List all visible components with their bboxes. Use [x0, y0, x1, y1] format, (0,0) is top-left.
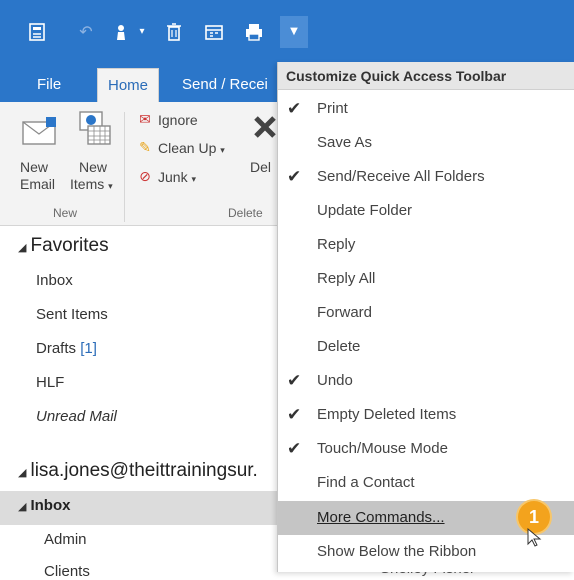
send-receive-icon[interactable]: [27, 22, 47, 42]
group-label-delete: Delete: [228, 206, 263, 220]
folder-inbox[interactable]: Inbox: [36, 272, 73, 289]
empty-deleted-icon[interactable]: [164, 22, 184, 42]
menu-item-save-as[interactable]: Save As: [278, 126, 574, 160]
undo-icon[interactable]: ↶: [76, 22, 96, 42]
menu-item-empty-deleted[interactable]: ✔ Empty Deleted Items: [278, 398, 574, 432]
folder-admin[interactable]: Admin: [44, 531, 87, 548]
quick-access-toolbar: ↶ ▾ ▼: [0, 0, 574, 62]
check-icon: ✔: [287, 439, 302, 459]
check-icon: ✔: [287, 99, 302, 119]
expand-triangle-icon[interactable]: ◢: [18, 466, 26, 479]
new-email-label-1: New: [20, 159, 49, 175]
folder-inbox-account[interactable]: ◢ Inbox: [18, 497, 70, 514]
tab-send-receive[interactable]: Send / Recei: [172, 68, 278, 102]
menu-item-reply[interactable]: Reply: [278, 228, 574, 262]
junk-button[interactable]: Junk ▾: [158, 169, 196, 188]
tab-home[interactable]: Home: [97, 68, 160, 102]
folder-unread-mail[interactable]: Unread Mail: [36, 408, 117, 425]
delete-button-label[interactable]: Del: [250, 159, 271, 176]
junk-icon: ⊘: [139, 169, 151, 185]
group-label-new: New: [53, 206, 78, 220]
clean-up-icon: ✎: [139, 140, 151, 156]
new-items-label-2: Items ▾: [70, 176, 113, 192]
print-icon[interactable]: [244, 22, 264, 42]
ignore-icon: ✉: [139, 112, 151, 128]
check-icon: ✔: [287, 371, 302, 391]
menu-item-find-contact[interactable]: Find a Contact: [278, 466, 574, 500]
menu-item-reply-all[interactable]: Reply All: [278, 262, 574, 296]
mouse-cursor-icon: [527, 527, 543, 553]
chevron-down-icon[interactable]: ▾: [132, 22, 152, 42]
ribbon-separator: [124, 112, 125, 222]
menu-header: Customize Quick Access Toolbar: [278, 62, 574, 90]
ignore-button[interactable]: Ignore: [158, 112, 198, 129]
new-email-icon[interactable]: [22, 116, 56, 151]
favorites-header[interactable]: ◢ Favorites: [18, 235, 109, 257]
customize-qat-menu: Customize Quick Access Toolbar ✔ Print Sa…: [277, 62, 574, 572]
menu-item-print[interactable]: ✔ Print: [278, 92, 574, 126]
unread-count: [1]: [80, 340, 97, 357]
new-items-icon[interactable]: [78, 110, 112, 151]
touch-mouse-icon[interactable]: [112, 22, 132, 42]
menu-item-delete[interactable]: Delete: [278, 330, 574, 364]
check-icon: ✔: [287, 405, 302, 425]
calendar-icon[interactable]: [204, 22, 224, 42]
new-email-label-2: Email: [20, 176, 56, 192]
customize-dropdown-icon[interactable]: ▼: [280, 16, 308, 48]
menu-item-update-folder[interactable]: Update Folder: [278, 194, 574, 228]
folder-sent-items[interactable]: Sent Items: [36, 306, 108, 323]
menu-item-touch-mouse[interactable]: ✔ Touch/Mouse Mode: [278, 432, 574, 466]
expand-triangle-icon[interactable]: ◢: [18, 241, 26, 254]
menu-item-forward[interactable]: Forward: [278, 296, 574, 330]
folder-hlf[interactable]: HLF: [36, 374, 64, 391]
check-icon: ✔: [287, 167, 302, 187]
expand-triangle-icon[interactable]: ◢: [18, 500, 26, 513]
tab-file[interactable]: File: [27, 68, 71, 102]
clean-up-button[interactable]: Clean Up ▾: [158, 140, 225, 159]
folder-drafts[interactable]: Drafts [1]: [36, 340, 97, 357]
new-items-label-1: New: [79, 159, 108, 175]
delete-icon[interactable]: [252, 112, 276, 157]
menu-item-send-receive[interactable]: ✔ Send/Receive All Folders: [278, 160, 574, 194]
menu-item-undo[interactable]: ✔ Undo: [278, 364, 574, 398]
account-header[interactable]: ◢ lisa.jones@theittrainingsur.: [18, 460, 258, 482]
